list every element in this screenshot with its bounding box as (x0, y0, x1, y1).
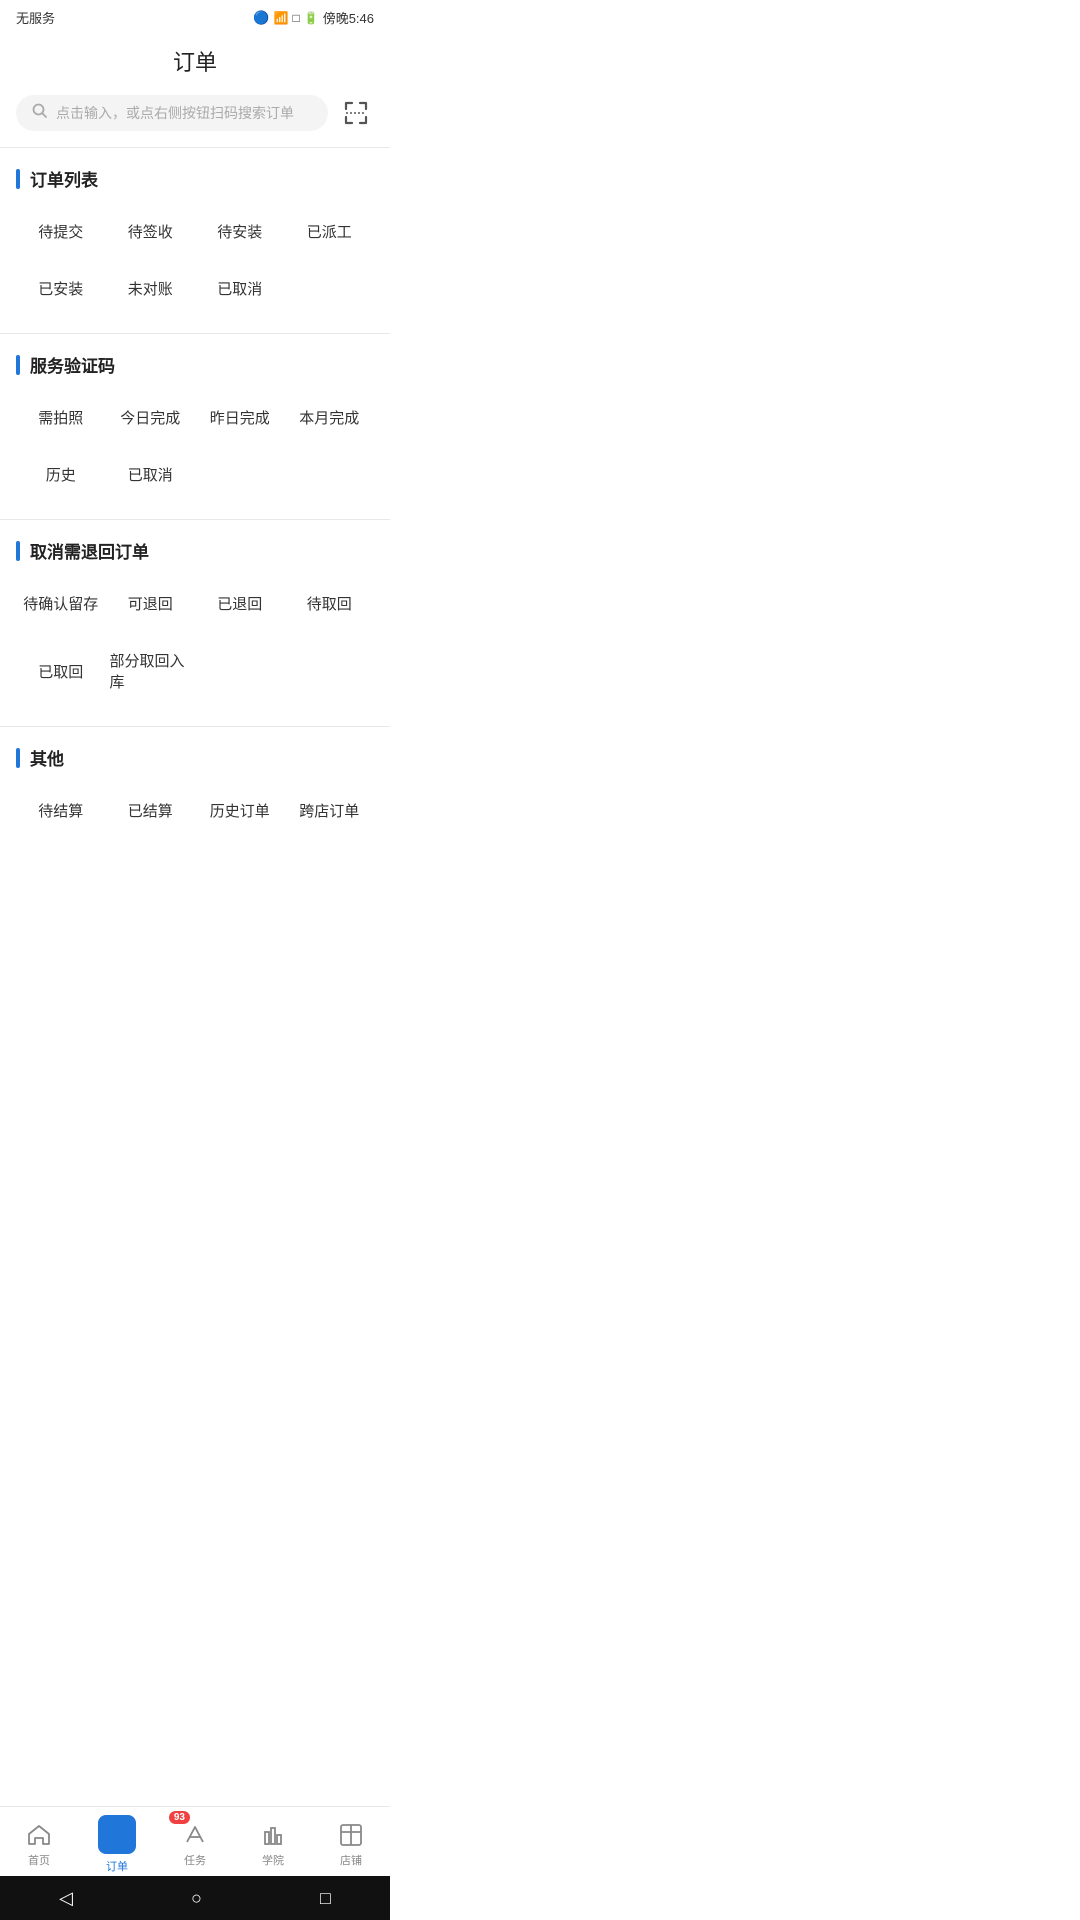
grid-item-order-list-4[interactable]: 已安装 (16, 264, 106, 313)
status-no-service: 无服务 (16, 8, 55, 27)
grid-item-other-2[interactable]: 历史订单 (195, 786, 285, 835)
section-header-cancel-return: 取消需退回订单 (16, 520, 374, 579)
grid-item-order-list-3[interactable]: 已派工 (285, 207, 375, 256)
search-bar: 点击输入，或点右侧按钮扫码搜索订单 (0, 95, 390, 147)
signal-icon: 📶 (274, 11, 289, 25)
section-title-cancel-return: 取消需退回订单 (30, 538, 149, 563)
section-service-code: 服务验证码 需拍照今日完成昨日完成本月完成历史已取消 (0, 334, 390, 519)
grid-item-service-code-4[interactable]: 历史 (16, 450, 106, 499)
nav-label-task: 任务 (184, 1852, 206, 1868)
grid-item-other-0[interactable]: 待结算 (16, 786, 106, 835)
nav-item-store[interactable]: 店铺 (312, 1807, 390, 1876)
nav-item-academy[interactable]: 学院 (234, 1807, 312, 1876)
grid-item-service-code-2[interactable]: 昨日完成 (195, 393, 285, 442)
grid-item-order-list-5[interactable]: 未对账 (106, 264, 196, 313)
system-nav: ◁ ○ □ (0, 1876, 390, 1920)
time-display: 傍晚5:46 (323, 8, 374, 27)
grid-item-service-code-3[interactable]: 本月完成 (285, 393, 375, 442)
section-title-other: 其他 (30, 745, 64, 770)
bottom-nav: 首页 订单 93 任务 学院 (0, 1806, 390, 1876)
nav-label-order: 订单 (106, 1858, 128, 1874)
grid-item-cancel-return-5[interactable]: 部分取回入库 (106, 636, 196, 706)
recent-button[interactable]: □ (300, 1880, 351, 1917)
section-order-list: 订单列表 待提交待签收待安装已派工已安装未对账已取消 (0, 148, 390, 333)
nav-label-home: 首页 (28, 1852, 50, 1868)
grid-item-order-list-2[interactable]: 待安装 (195, 207, 285, 256)
status-right: 🔵 📶 □ 🔋 傍晚5:46 (253, 8, 374, 27)
grid-item-service-code-0[interactable]: 需拍照 (16, 393, 106, 442)
section-title-order-list: 订单列表 (30, 166, 98, 191)
grid-item-cancel-return-0[interactable]: 待确认留存 (16, 579, 106, 628)
section-header-service-code: 服务验证码 (16, 334, 374, 393)
grid-item-service-code-5[interactable]: 已取消 (106, 450, 196, 499)
nav-item-home[interactable]: 首页 (0, 1807, 78, 1876)
grid-item-order-list-1[interactable]: 待签收 (106, 207, 196, 256)
search-input-container[interactable]: 点击输入，或点右侧按钮扫码搜索订单 (16, 95, 328, 131)
search-placeholder: 点击输入，或点右侧按钮扫码搜索订单 (56, 103, 294, 123)
items-grid-service-code: 需拍照今日完成昨日完成本月完成历史已取消 (16, 393, 374, 499)
items-grid-order-list: 待提交待签收待安装已派工已安装未对账已取消 (16, 207, 374, 313)
grid-item-order-list-0[interactable]: 待提交 (16, 207, 106, 256)
back-button[interactable]: ◁ (39, 1880, 93, 1917)
status-bar: 无服务 🔵 📶 □ 🔋 傍晚5:46 (0, 0, 390, 31)
section-cancel-return: 取消需退回订单 待确认留存可退回已退回待取回已取回部分取回入库 (0, 520, 390, 726)
grid-item-cancel-return-2[interactable]: 已退回 (195, 579, 285, 628)
section-header-other: 其他 (16, 727, 374, 786)
grid-item-cancel-return-3[interactable]: 待取回 (285, 579, 375, 628)
grid-item-other-3[interactable]: 跨店订单 (285, 786, 375, 835)
grid-item-cancel-return-4[interactable]: 已取回 (16, 636, 106, 706)
section-bar (16, 355, 20, 375)
scan-button[interactable] (338, 95, 374, 131)
search-icon (32, 103, 48, 123)
section-other: 其他 待结算已结算历史订单跨店订单 (0, 727, 390, 855)
section-bar (16, 748, 20, 768)
section-title-service-code: 服务验证码 (30, 352, 115, 377)
nav-item-order[interactable]: 订单 (78, 1807, 156, 1876)
battery-icon: 🔋 (304, 11, 319, 25)
bluetooth-icon: 🔵 (253, 10, 269, 26)
page-title: 订单 (0, 31, 390, 95)
nav-label-academy: 学院 (262, 1852, 284, 1868)
home-button[interactable]: ○ (171, 1880, 222, 1917)
nav-item-task[interactable]: 93 任务 (156, 1807, 234, 1876)
grid-item-service-code-1[interactable]: 今日完成 (106, 393, 196, 442)
grid-item-other-1[interactable]: 已结算 (106, 786, 196, 835)
sim-icon: □ (292, 11, 299, 25)
section-header-order-list: 订单列表 (16, 148, 374, 207)
nav-label-store: 店铺 (340, 1852, 362, 1868)
items-grid-other: 待结算已结算历史订单跨店订单 (16, 786, 374, 835)
grid-item-cancel-return-1[interactable]: 可退回 (106, 579, 196, 628)
task-badge: 93 (169, 1811, 190, 1824)
section-bar (16, 541, 20, 561)
section-bar (16, 169, 20, 189)
grid-item-order-list-6[interactable]: 已取消 (195, 264, 285, 313)
items-grid-cancel-return: 待确认留存可退回已退回待取回已取回部分取回入库 (16, 579, 374, 706)
